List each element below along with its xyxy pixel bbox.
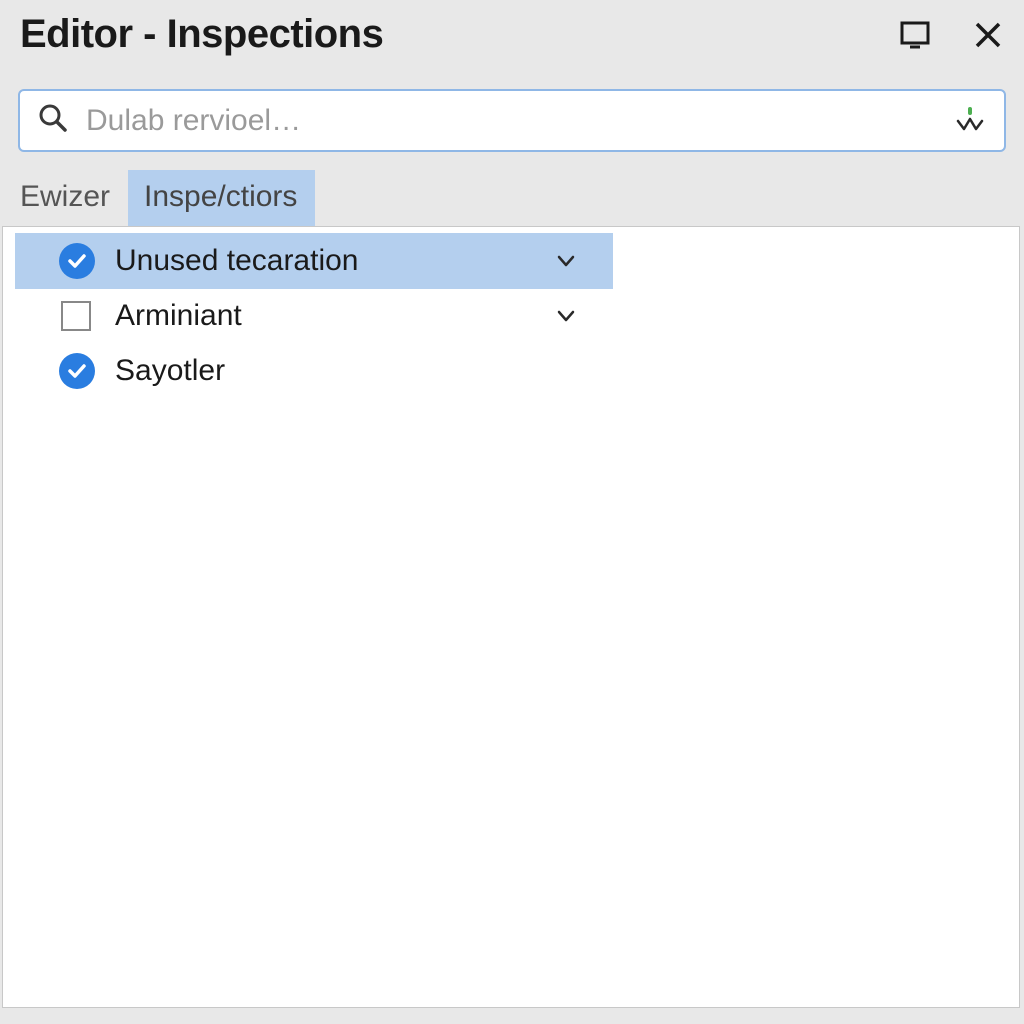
- checkmark-icon[interactable]: [59, 353, 95, 389]
- titlebar: Editor - Inspections: [0, 0, 1024, 75]
- list-item-label: Sayotler: [115, 354, 597, 388]
- chevron-down-icon[interactable]: [555, 250, 577, 272]
- checkbox-empty[interactable]: [61, 301, 91, 331]
- list-item-label: Unused tecaration: [115, 244, 535, 278]
- search-icon: [38, 103, 68, 138]
- close-icon[interactable]: [974, 21, 1002, 49]
- inspections-list: Unused tecaration Arminiant Sa: [3, 227, 1019, 399]
- list-item-arminiant[interactable]: Arminiant: [15, 289, 613, 343]
- tab-ewizer[interactable]: Ewizer: [14, 170, 128, 226]
- list-item-sayotler[interactable]: Sayotler: [15, 343, 613, 399]
- content-panel: Unused tecaration Arminiant Sa: [2, 226, 1020, 1008]
- checkmark-icon[interactable]: [59, 243, 95, 279]
- search-input[interactable]: [86, 104, 936, 138]
- list-item-label: Arminiant: [115, 299, 535, 333]
- tabs: Ewizer Inspe/ctiors: [0, 160, 1024, 226]
- search-box[interactable]: [18, 89, 1006, 152]
- chevron-down-icon[interactable]: [555, 305, 577, 327]
- tab-inspections[interactable]: Inspe/ctiors: [128, 170, 315, 226]
- search-wrapper: [0, 75, 1024, 160]
- filter-icon[interactable]: [954, 105, 986, 137]
- titlebar-controls: [900, 20, 1002, 50]
- monitor-icon[interactable]: [900, 20, 930, 50]
- list-item-unused-tecaration[interactable]: Unused tecaration: [15, 233, 613, 289]
- window-title: Editor - Inspections: [20, 12, 383, 57]
